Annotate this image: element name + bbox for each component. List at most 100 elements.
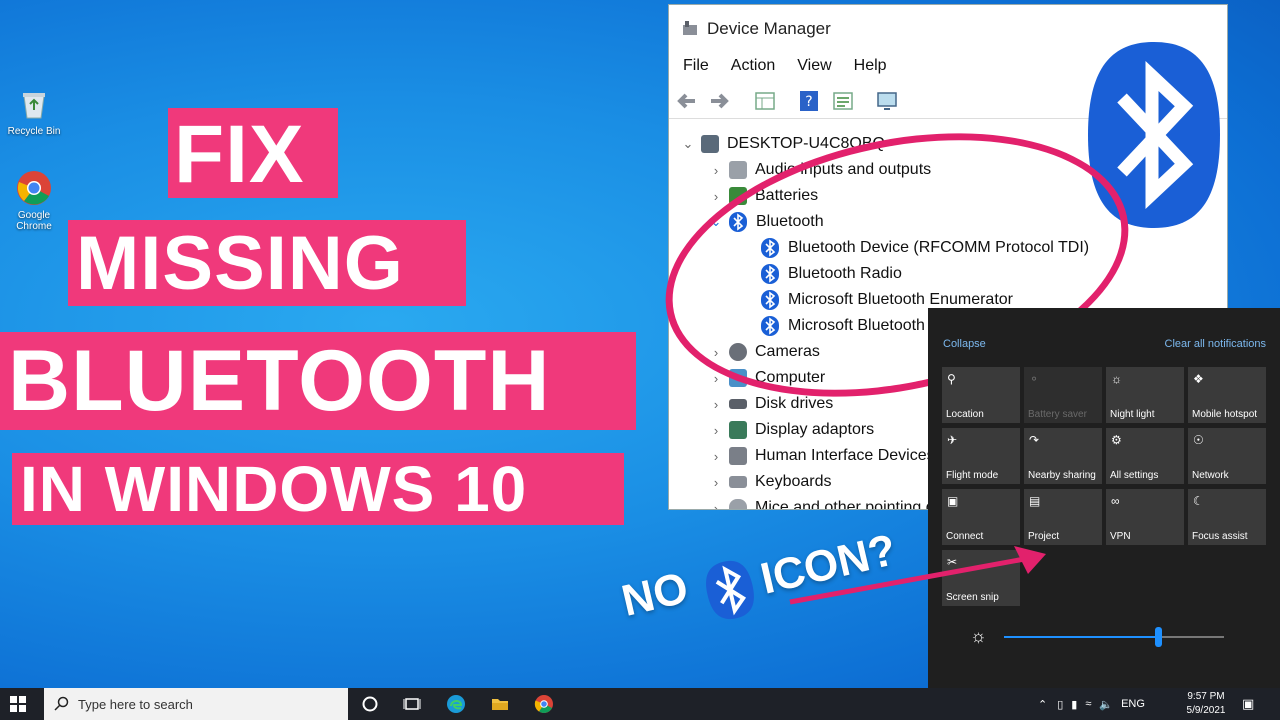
chevron-right-icon[interactable]: › <box>709 189 723 204</box>
edge-icon[interactable] <box>446 694 466 714</box>
menu-view[interactable]: View <box>797 57 831 75</box>
tile-connect[interactable]: ▣ Connect <box>942 489 1020 545</box>
tree-item-keyboards[interactable]: › Keyboards <box>709 469 832 495</box>
chevron-right-icon[interactable]: › <box>709 423 723 438</box>
task-view-icon[interactable] <box>402 694 422 714</box>
tile-mobile-hotspot[interactable]: ❖ Mobile hotspot <box>1188 367 1266 423</box>
chevron-right-icon[interactable]: › <box>709 501 723 510</box>
tile-vpn[interactable]: ∞ VPN <box>1106 489 1184 545</box>
chevron-down-icon[interactable]: ⌄ <box>709 214 723 230</box>
tree-item-label: Human Interface Devices <box>755 447 935 464</box>
taskbar-search-box[interactable]: Type here to search <box>44 688 348 720</box>
clock-time: 9:57 PM <box>1187 691 1225 702</box>
tree-item-bt-radio[interactable]: Bluetooth Radio <box>761 261 902 287</box>
scan-hardware-icon[interactable] <box>875 89 899 113</box>
clock-date: 5/9/2021 <box>1186 705 1226 716</box>
chevron-right-icon[interactable]: › <box>709 475 723 490</box>
location-icon: ⚲ <box>947 372 956 386</box>
mouse-icon <box>729 499 747 509</box>
title-line-missing: MISSING <box>68 220 466 306</box>
tree-item-bluetooth[interactable]: ⌄ Bluetooth <box>709 209 824 235</box>
tile-label: Nearby sharing <box>1028 470 1096 481</box>
airplane-icon: ✈ <box>947 433 958 447</box>
details-view-icon[interactable] <box>831 89 855 113</box>
properties-grid-icon[interactable] <box>753 89 777 113</box>
notification-center-icon[interactable]: ▣ <box>1242 696 1258 712</box>
tile-battery-saver[interactable]: ⚬ Battery saver <box>1024 367 1102 423</box>
tree-item-hid[interactable]: › Human Interface Devices <box>709 443 935 469</box>
chevron-right-icon[interactable]: › <box>709 345 723 360</box>
tree-root-label: DESKTOP-U4C8OBQ <box>727 135 885 152</box>
tile-all-settings[interactable]: ⚙ All settings <box>1106 428 1184 484</box>
forward-arrow-icon[interactable] <box>707 89 731 113</box>
battery-icon[interactable]: ▮ <box>1071 698 1077 711</box>
back-arrow-icon[interactable] <box>675 89 699 113</box>
volume-icon[interactable]: 🔈 <box>1099 698 1113 711</box>
collapse-link[interactable]: Collapse <box>943 338 986 350</box>
tree-item-computer[interactable]: › Computer <box>709 365 825 391</box>
title-line-bluetooth: BLUETOOTH <box>0 332 636 430</box>
tile-network[interactable]: ☉ Network <box>1188 428 1266 484</box>
tree-item-audio[interactable]: › Audio inputs and outputs <box>709 157 931 183</box>
tile-focus-assist[interactable]: ☾ Focus assist <box>1188 489 1266 545</box>
monitor-icon <box>729 369 747 387</box>
tile-location[interactable]: ⚲ Location <box>942 367 1020 423</box>
tree-item-disk-drives[interactable]: › Disk drives <box>709 391 833 417</box>
chevron-right-icon[interactable]: › <box>709 397 723 412</box>
brightness-slider-thumb[interactable] <box>1155 627 1162 647</box>
moon-icon: ☾ <box>1193 494 1204 508</box>
disk-drive-icon <box>729 399 747 409</box>
windows-start-icon[interactable] <box>10 696 26 712</box>
bluetooth-logo-icon <box>1088 42 1220 228</box>
search-placeholder: Type here to search <box>78 696 193 712</box>
tile-night-light[interactable]: ☼ Night light <box>1106 367 1184 423</box>
bluetooth-callout-icon <box>706 560 754 620</box>
tile-project[interactable]: ▤ Project <box>1024 489 1102 545</box>
tree-item-label: Bluetooth <box>756 213 824 230</box>
tile-flight-mode[interactable]: ✈ Flight mode <box>942 428 1020 484</box>
wifi-icon[interactable]: ≈ <box>1085 698 1091 710</box>
menu-help[interactable]: Help <box>854 57 887 75</box>
night-light-icon: ☼ <box>1111 372 1122 386</box>
desktop-icon-chrome[interactable]: Google Chrome <box>2 170 66 232</box>
taskbar-clock[interactable]: 9:57 PM 5/9/2021 <box>1176 690 1236 718</box>
tree-item-cameras[interactable]: › Cameras <box>709 339 820 365</box>
mobile-hotspot-icon: ❖ <box>1193 372 1204 386</box>
chevron-right-icon[interactable]: › <box>709 371 723 386</box>
bluetooth-icon <box>761 264 779 284</box>
tile-label: Battery saver <box>1028 409 1087 420</box>
tile-nearby-sharing[interactable]: ↷ Nearby sharing <box>1024 428 1102 484</box>
tree-item-label: Keyboards <box>755 473 832 490</box>
svg-text:?: ? <box>805 94 812 110</box>
file-explorer-icon[interactable] <box>490 694 510 714</box>
project-icon: ▤ <box>1029 494 1041 508</box>
tile-label: All settings <box>1110 470 1159 481</box>
desktop-icon-recycle-bin[interactable]: Recycle Bin <box>2 86 66 137</box>
brightness-slider[interactable] <box>1004 627 1224 647</box>
tile-label: Flight mode <box>946 470 999 481</box>
search-icon <box>54 696 69 711</box>
title-line-fix: FIX <box>168 108 338 198</box>
callout-no: NO <box>617 563 693 626</box>
tree-item-bt-rfcomm[interactable]: Bluetooth Device (RFCOMM Protocol TDI) <box>761 235 1089 261</box>
chrome-icon[interactable] <box>534 694 554 714</box>
tile-label: VPN <box>1110 531 1131 542</box>
tree-item-batteries[interactable]: › Batteries <box>709 183 818 209</box>
bluetooth-icon <box>761 316 779 336</box>
menu-action[interactable]: Action <box>731 57 775 75</box>
phone-link-icon[interactable]: ▯ <box>1057 698 1063 711</box>
chevron-right-icon[interactable]: › <box>709 163 723 178</box>
tree-root[interactable]: ⌄ DESKTOP-U4C8OBQ <box>681 131 885 157</box>
help-icon[interactable]: ? <box>797 89 821 113</box>
clear-all-notifications-link[interactable]: Clear all notifications <box>1165 338 1267 350</box>
chevron-right-icon[interactable]: › <box>709 449 723 464</box>
language-indicator[interactable]: ENG <box>1121 698 1145 710</box>
chevron-up-icon[interactable]: ⌃ <box>1038 698 1047 711</box>
brightness-icon: ☼ <box>970 626 987 646</box>
pointer-arrow <box>789 546 1046 605</box>
tree-item-display[interactable]: › Display adaptors <box>709 417 874 443</box>
menu-file[interactable]: File <box>683 57 709 75</box>
cortana-icon[interactable] <box>360 694 380 714</box>
tile-label: Night light <box>1110 409 1155 420</box>
chevron-down-icon[interactable]: ⌄ <box>681 136 695 152</box>
